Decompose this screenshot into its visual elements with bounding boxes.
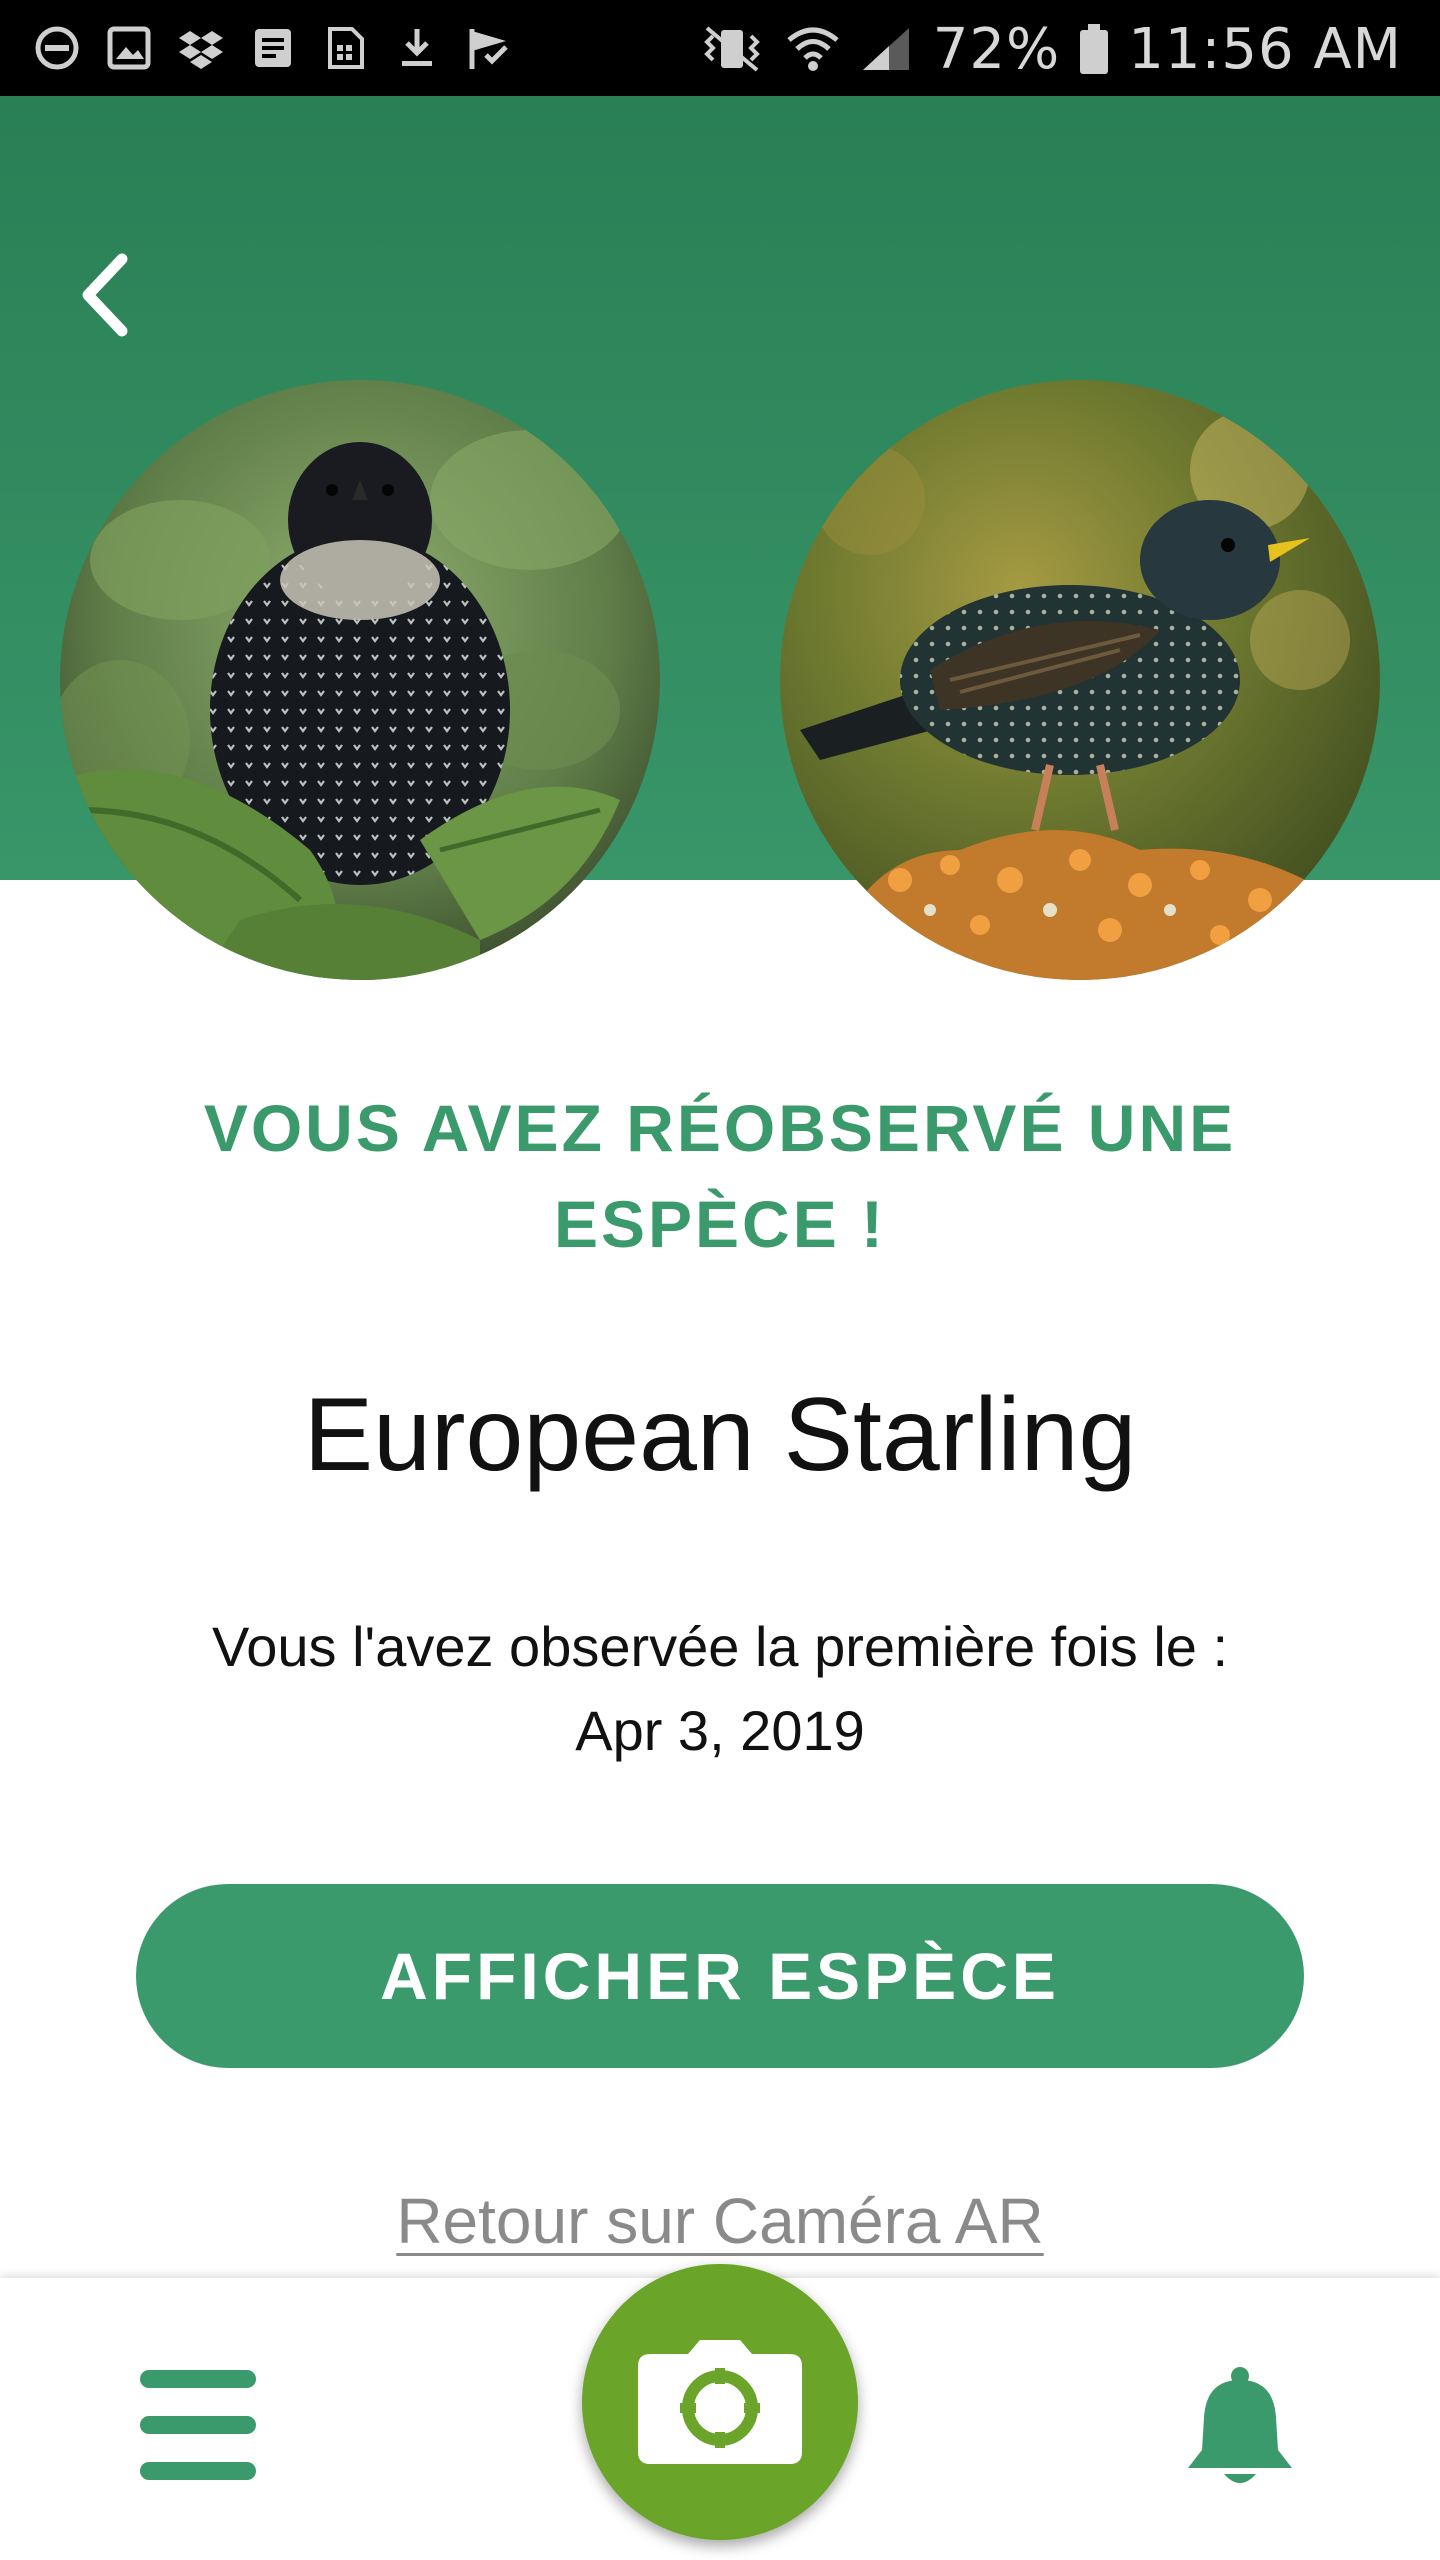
bell-icon [1188,2367,1292,2483]
battery-icon [1078,24,1110,74]
species-name: European Starling [303,1377,1137,1493]
hamburger-menu-icon [140,2370,256,2388]
back-to-camera-link[interactable]: Retour sur Caméra AR [396,2185,1043,2257]
signal-icon [859,26,915,72]
wifi-icon [785,26,841,72]
first-seen-info: Vous l'avez observée la première fois le… [120,1605,1320,1773]
menu-button[interactable] [140,2370,260,2480]
status-bar-notifications [34,22,512,74]
screen: 72% 11:56 AM VOUS AVEZ RÉOBSERVÉ UNE ESP… [0,0,1440,2560]
starling-front-photo [60,380,660,980]
starling-side-photo [780,380,1380,980]
first-seen-label: Vous l'avez observée la première fois le… [211,1615,1229,1678]
camera-icon [638,2340,802,2464]
download-icon [394,25,440,71]
gallery-icon [106,25,152,71]
dropbox-icon [178,25,224,71]
document-icon [250,25,296,71]
first-seen-date: Apr 3, 2019 [575,1699,865,1762]
chevron-left-icon [82,253,128,337]
back-button[interactable] [60,240,150,350]
status-bar-system: 72% 11:56 AM [697,14,1402,84]
clock: 11:56 AM [1128,16,1402,82]
bottom-navigation [0,2264,1440,2560]
camera-button[interactable] [582,2264,858,2540]
battery-percentage: 72% [932,16,1061,82]
show-species-button[interactable]: AFFICHER ESPÈCE [136,1884,1304,2068]
sim-icon [322,25,368,71]
do-not-disturb-icon [34,25,80,71]
notifications-button[interactable] [1175,2358,1305,2498]
reobserved-headline: VOUS AVEZ RÉOBSERVÉ UNE ESPÈCE ! [203,1091,1237,1261]
check-flag-icon [466,25,512,71]
back-to-camera-link-wrapper: Retour sur Caméra AR [0,2176,1440,2266]
status-bar: 72% 11:56 AM [0,0,1440,96]
vibrate-icon [697,26,767,72]
